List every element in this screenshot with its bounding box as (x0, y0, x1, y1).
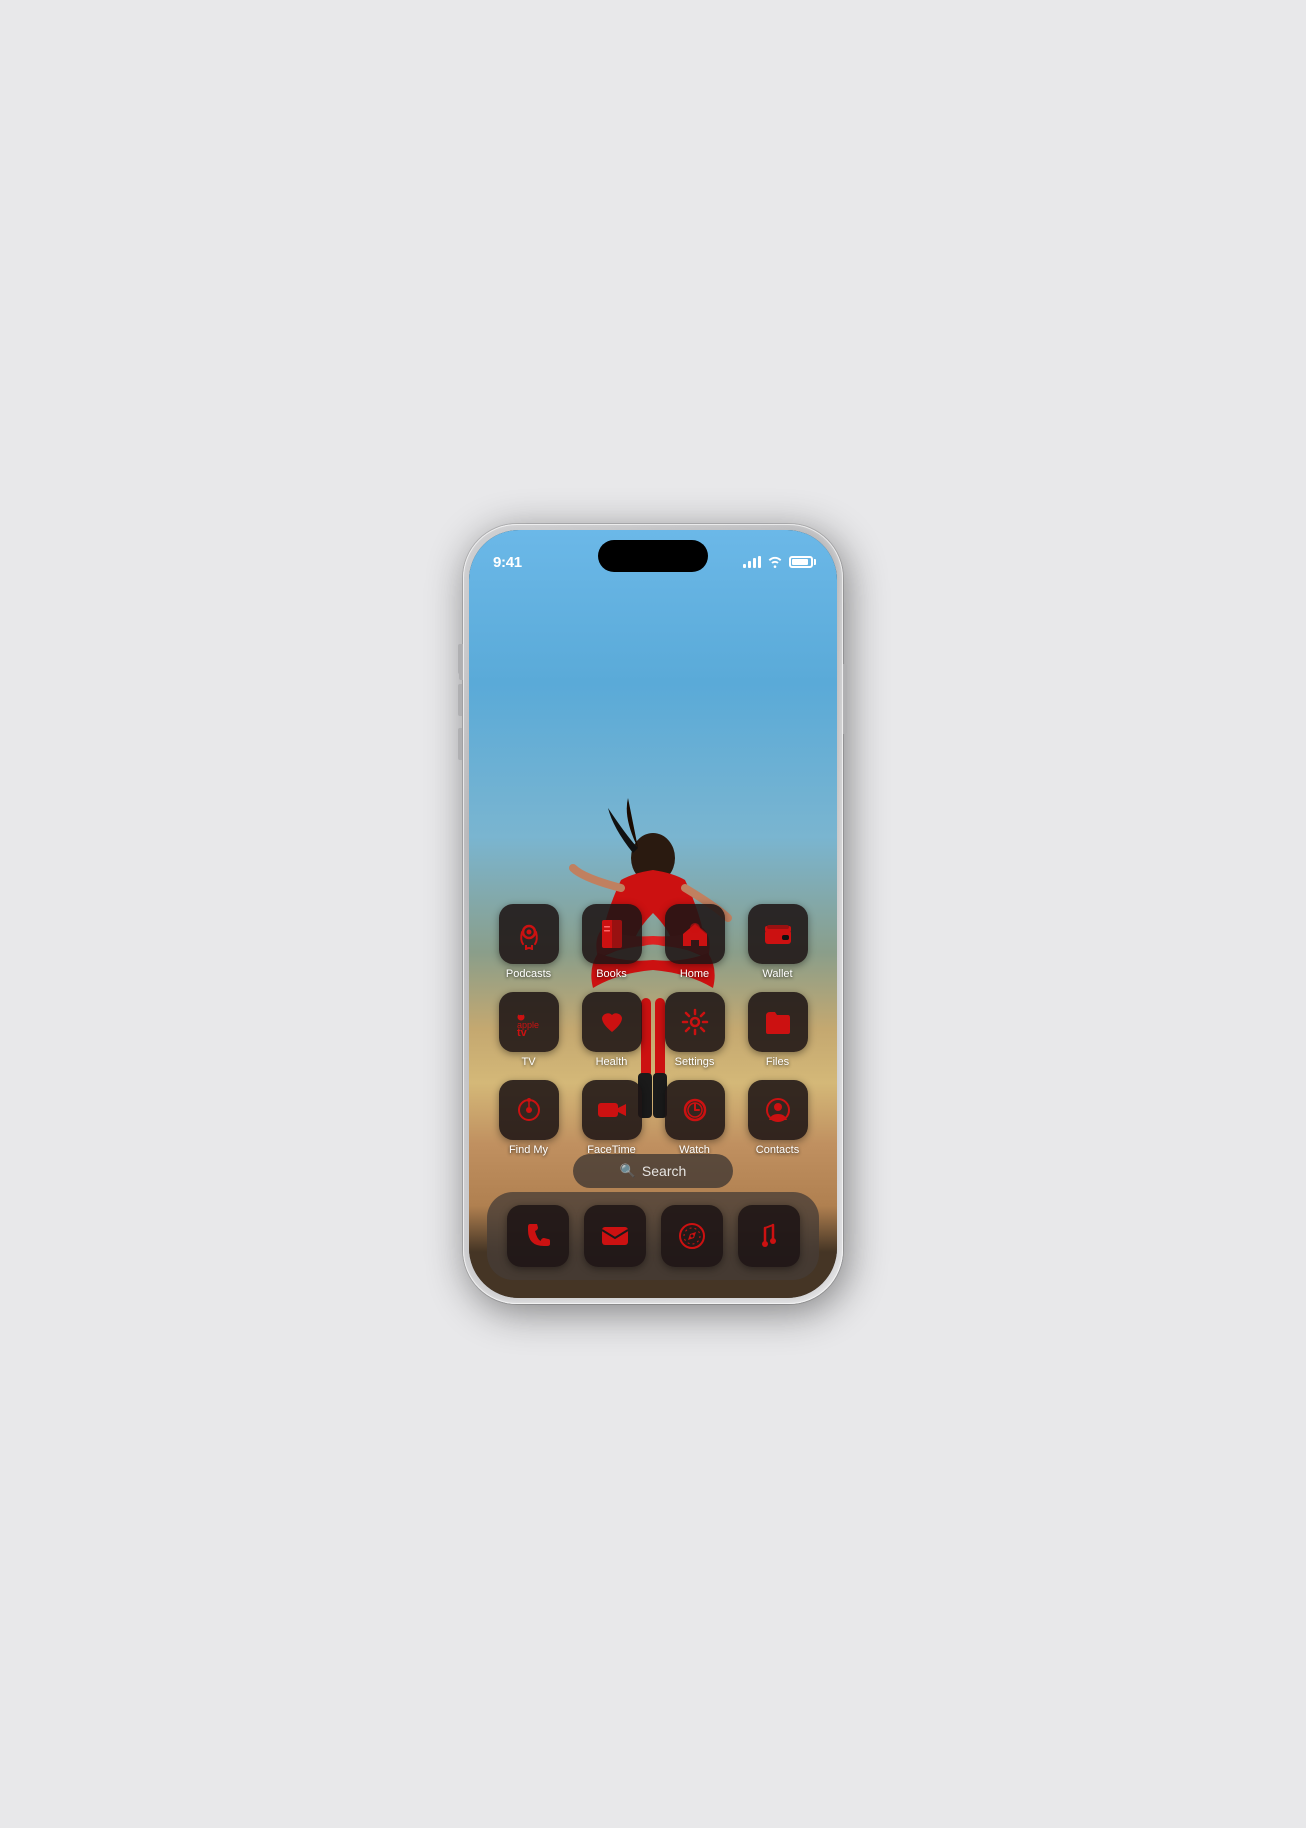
podcasts-icon[interactable] (499, 904, 559, 964)
app-row-2: apple tv TV (487, 992, 819, 1068)
contacts-label: Contacts (756, 1144, 799, 1156)
podcasts-label: Podcasts (506, 968, 551, 980)
files-icon[interactable] (748, 992, 808, 1052)
app-item-settings[interactable]: Settings (660, 992, 730, 1068)
app-grid: Podcasts Books (469, 904, 837, 1168)
signal-icon (743, 556, 761, 568)
books-label: Books (596, 968, 627, 980)
wifi-icon (767, 556, 783, 568)
app-row-3: Find My FaceTime (487, 1080, 819, 1156)
wallet-label: Wallet (762, 968, 792, 980)
battery-fill (792, 559, 808, 565)
mute-button[interactable] (458, 644, 462, 674)
volume-up-button[interactable] (458, 684, 462, 716)
findmy-icon[interactable] (499, 1080, 559, 1140)
app-item-home[interactable]: Home (660, 904, 730, 980)
phone-screen: 9:41 (469, 530, 837, 1298)
health-label: Health (596, 1056, 628, 1068)
app-item-books[interactable]: Books (577, 904, 647, 980)
settings-label: Settings (675, 1056, 715, 1068)
dynamic-island (598, 540, 708, 572)
status-time: 9:41 (493, 554, 522, 571)
app-item-facetime[interactable]: FaceTime (577, 1080, 647, 1156)
dock-phone[interactable] (507, 1205, 569, 1267)
settings-icon[interactable] (665, 992, 725, 1052)
status-icons (743, 556, 813, 568)
tv-icon[interactable]: apple tv (499, 992, 559, 1052)
music-icon (753, 1220, 785, 1252)
books-icon[interactable] (582, 904, 642, 964)
contacts-icon[interactable] (748, 1080, 808, 1140)
app-item-watch[interactable]: Watch (660, 1080, 730, 1156)
home-screen: 9:41 (469, 530, 837, 1298)
search-icon: 🔍 (620, 1163, 636, 1179)
home-icon[interactable] (665, 904, 725, 964)
app-item-tv[interactable]: apple tv TV (494, 992, 564, 1068)
signal-bar-3 (753, 558, 756, 568)
app-item-contacts[interactable]: Contacts (743, 1080, 813, 1156)
files-label: Files (766, 1056, 789, 1068)
tv-label: TV (521, 1056, 535, 1068)
signal-bar-1 (743, 564, 746, 568)
app-item-files[interactable]: Files (743, 992, 813, 1068)
home-label: Home (680, 968, 709, 980)
search-label: Search (642, 1163, 686, 1179)
health-icon[interactable] (582, 992, 642, 1052)
safari-icon (676, 1220, 708, 1252)
app-item-findmy[interactable]: Find My (494, 1080, 564, 1156)
findmy-label: Find My (509, 1144, 548, 1156)
dock (487, 1192, 819, 1280)
svg-text:tv: tv (517, 1027, 528, 1038)
search-bar[interactable]: 🔍 Search (573, 1154, 733, 1188)
volume-down-button[interactable] (458, 728, 462, 760)
wallet-icon[interactable] (748, 904, 808, 964)
app-item-podcasts[interactable]: Podcasts (494, 904, 564, 980)
phone-icon (522, 1220, 554, 1252)
signal-bar-2 (748, 561, 751, 568)
dock-mail[interactable] (584, 1205, 646, 1267)
phone-frame: 9:41 (463, 524, 843, 1304)
watch-icon[interactable] (665, 1080, 725, 1140)
app-row-1: Podcasts Books (487, 904, 819, 980)
dock-safari[interactable] (661, 1205, 723, 1267)
battery-icon (789, 556, 813, 568)
app-item-health[interactable]: Health (577, 992, 647, 1068)
app-item-wallet[interactable]: Wallet (743, 904, 813, 980)
dock-music[interactable] (738, 1205, 800, 1267)
signal-bar-4 (758, 556, 761, 568)
facetime-icon[interactable] (582, 1080, 642, 1140)
mail-icon (599, 1220, 631, 1252)
